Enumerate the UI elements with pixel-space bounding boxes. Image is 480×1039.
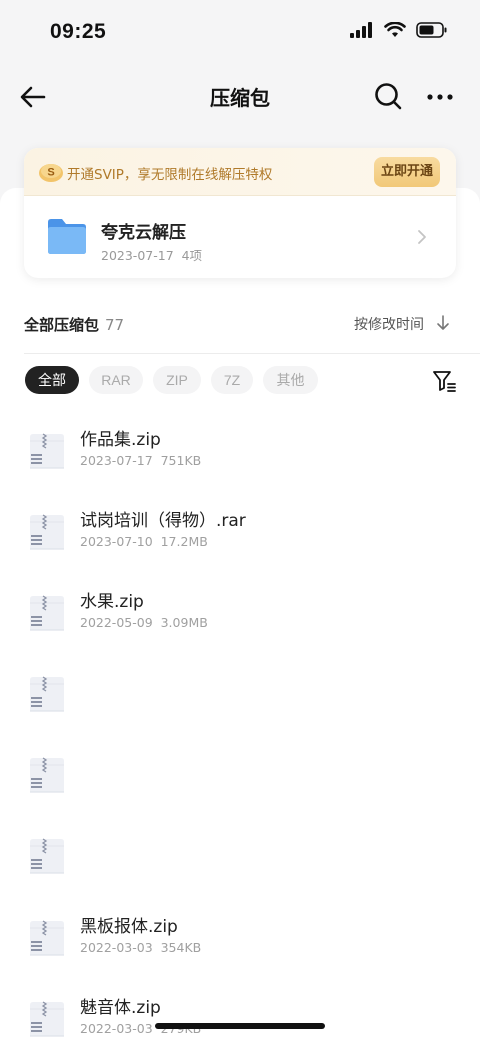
search-icon[interactable] — [372, 80, 404, 112]
divider — [24, 353, 480, 354]
file-row[interactable]: 试岗培训（得物）.rar 2023-07-10 17.2MB — [0, 506, 480, 578]
chip-rar[interactable]: RAR — [89, 366, 143, 394]
battery-icon — [416, 22, 447, 38]
file-meta: 2022-03-03 354KB — [80, 940, 201, 955]
nav-bar: 压缩包 — [0, 70, 480, 124]
file-name: 作品集.zip — [80, 430, 161, 450]
file-row[interactable] — [0, 830, 480, 902]
file-row[interactable]: 水果.zip 2022-05-09 3.09MB — [0, 587, 480, 659]
cloud-unzip-card: S 开通SVIP，享无限制在线解压特权 立即开通 夸克云解压 2023-07-1… — [24, 148, 456, 278]
svg-text:S: S — [47, 167, 54, 179]
status-time: 09:25 — [50, 20, 107, 43]
file-meta — [80, 858, 88, 873]
folder-name: 夸克云解压 — [101, 223, 186, 243]
file-row[interactable] — [0, 749, 480, 821]
file-name: 魅音体.zip — [80, 998, 161, 1018]
archive-file-icon — [30, 595, 64, 631]
file-meta: 2023-07-10 17.2MB — [80, 534, 208, 549]
file-row[interactable]: 作品集.zip 2023-07-17 751KB — [0, 425, 480, 497]
archive-file-icon — [30, 676, 64, 712]
file-row[interactable]: 黑板报体.zip 2022-03-03 354KB — [0, 912, 480, 984]
file-date: 2023-07-17 — [80, 453, 153, 468]
more-options-icon[interactable] — [424, 82, 456, 112]
file-meta: 2023-07-17 751KB — [80, 453, 201, 468]
svip-banner[interactable]: S 开通SVIP，享无限制在线解压特权 立即开通 — [24, 148, 456, 196]
section-count: 77 — [105, 316, 125, 334]
file-meta — [80, 696, 88, 711]
archive-file-icon — [30, 838, 64, 874]
status-bar: 09:25 — [0, 0, 480, 64]
arrow-down-icon[interactable] — [436, 314, 450, 332]
activate-svip-button[interactable]: 立即开通 — [374, 157, 440, 187]
file-meta — [80, 777, 88, 792]
section-title-label: 全部压缩包 — [24, 316, 100, 334]
file-row[interactable] — [0, 668, 480, 740]
file-date: 2022-05-09 — [80, 615, 153, 630]
archive-file-icon — [30, 514, 64, 550]
home-indicator — [155, 1023, 325, 1029]
file-date: 2022-03-03 — [80, 940, 153, 955]
chevron-right-icon — [418, 230, 426, 244]
archive-file-icon — [30, 757, 64, 793]
chip-other[interactable]: 其他 — [263, 366, 318, 394]
archive-file-icon — [30, 920, 64, 956]
section-title: 全部压缩包 77 — [24, 314, 124, 335]
archive-file-icon — [30, 1001, 64, 1037]
wifi-icon — [384, 22, 406, 37]
file-size: 354KB — [160, 940, 202, 955]
archive-file-icon — [30, 433, 64, 469]
file-date: 2022-03-03 — [80, 1021, 153, 1036]
chip-7z[interactable]: 7Z — [211, 366, 253, 394]
file-size: 751KB — [160, 453, 202, 468]
file-date: 2023-07-10 — [80, 534, 153, 549]
chip-all[interactable]: 全部 — [25, 366, 79, 394]
folder-date: 2023-07-17 — [101, 248, 174, 263]
svip-promo-text: 开通SVIP，享无限制在线解压特权 — [67, 167, 273, 183]
status-icons — [350, 22, 448, 38]
page-title: 压缩包 — [210, 86, 270, 110]
cellular-signal-icon — [350, 22, 372, 38]
folder-icon — [48, 219, 86, 254]
file-row[interactable]: 魅音体.zip2022-03-03 279KB — [0, 993, 480, 1039]
svip-badge-icon: S — [39, 164, 63, 182]
file-name: 黑板报体.zip — [80, 917, 178, 937]
sort-button[interactable]: 按修改时间 — [354, 314, 424, 334]
filter-icon[interactable] — [432, 369, 456, 393]
folder-meta: 2023-07-17 4项 — [101, 245, 202, 264]
file-meta: 2022-05-09 3.09MB — [80, 615, 208, 630]
file-name: 试岗培训（得物）.rar — [80, 511, 246, 531]
folder-count: 4项 — [181, 248, 203, 263]
chip-zip[interactable]: ZIP — [153, 366, 201, 394]
file-size: 17.2MB — [160, 534, 208, 549]
file-name: 水果.zip — [80, 592, 144, 612]
file-size: 3.09MB — [160, 615, 208, 630]
